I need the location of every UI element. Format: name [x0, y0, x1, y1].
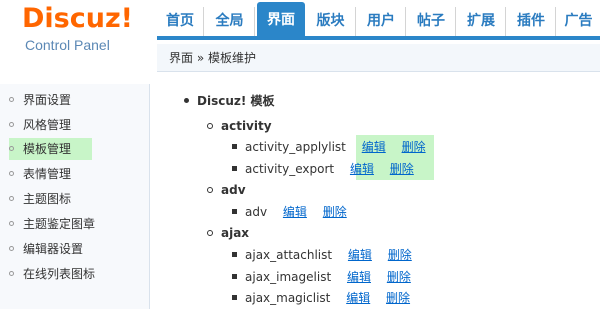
sidebar-item-template-management[interactable]: 模板管理: [9, 138, 92, 160]
tree-file: activity_export 编辑 删除: [232, 160, 414, 178]
bullet-icon: [232, 166, 237, 171]
bullet-icon: [207, 122, 213, 129]
edit-link[interactable]: 编辑: [348, 248, 372, 262]
logo-title: Discuz!: [22, 3, 133, 34]
sidebar-item-style-management[interactable]: 风格管理: [9, 114, 139, 136]
bullet-icon: [9, 171, 14, 176]
edit-link[interactable]: 编辑: [283, 205, 307, 219]
tab-posts[interactable]: 帖子: [407, 7, 456, 36]
edit-link[interactable]: 编辑: [362, 140, 386, 154]
edit-link[interactable]: 编辑: [350, 162, 374, 176]
delete-link[interactable]: 删除: [323, 205, 347, 219]
tree-group-activity: activity: [207, 117, 272, 135]
delete-link[interactable]: 删除: [387, 270, 411, 284]
breadcrumb: 界面 » 模板维护: [157, 44, 600, 72]
tab-extensions[interactable]: 扩展: [457, 7, 506, 36]
sidebar-item-editor-settings[interactable]: 编辑器设置: [9, 238, 139, 260]
bullet-icon: [9, 146, 14, 151]
tab-ads[interactable]: 广告: [557, 7, 600, 36]
top-nav: 首页 全局 界面 版块 用户 帖子 扩展 插件 广告: [157, 0, 600, 40]
delete-link[interactable]: 删除: [386, 291, 410, 305]
tree-root: Discuz! 模板: [184, 92, 275, 110]
bullet-icon: [232, 295, 237, 300]
sidebar-item-topic-stamps[interactable]: 主题鉴定图章: [9, 213, 139, 235]
delete-link[interactable]: 删除: [388, 248, 412, 262]
tree-file: ajax_magiclist 编辑 删除: [232, 289, 410, 307]
edit-link[interactable]: 编辑: [346, 291, 370, 305]
bullet-icon: [207, 229, 213, 236]
sidebar-item-smiley-management[interactable]: 表情管理: [9, 163, 139, 185]
bullet-icon: [9, 246, 14, 251]
bullet-icon: [9, 122, 14, 127]
bullet-icon: [232, 274, 237, 279]
template-tree: Discuz! 模板 activity activity_applylist 编…: [157, 72, 600, 309]
bullet-icon: [9, 271, 14, 276]
sidebar-item-topic-icons[interactable]: 主题图标: [9, 188, 139, 210]
bullet-icon: [9, 196, 14, 201]
tree-group-ajax: ajax: [207, 224, 249, 242]
bullet-icon: [9, 97, 14, 102]
tree-group-adv: adv: [207, 181, 246, 199]
tab-forums[interactable]: 版块: [306, 7, 356, 36]
tab-plugins[interactable]: 插件: [507, 7, 556, 36]
bullet-icon: [232, 209, 237, 214]
tree-file: adv 编辑 删除: [232, 203, 347, 221]
sidebar-item-online-list-icons[interactable]: 在线列表图标: [9, 263, 139, 285]
bullet-icon: [184, 98, 189, 103]
bullet-icon: [232, 252, 237, 257]
tab-interface[interactable]: 界面: [257, 2, 305, 36]
delete-link[interactable]: 删除: [390, 162, 414, 176]
tab-home[interactable]: 首页: [157, 7, 204, 36]
logo-area: Discuz! Control Panel: [0, 0, 157, 72]
logo-subtitle: Control Panel: [25, 37, 110, 53]
edit-link[interactable]: 编辑: [347, 270, 371, 284]
delete-link[interactable]: 删除: [402, 140, 426, 154]
tab-users[interactable]: 用户: [357, 7, 406, 36]
tree-file: ajax_imagelist 编辑 删除: [232, 268, 411, 286]
tab-global[interactable]: 全局: [205, 7, 255, 36]
sidebar-item-interface-settings[interactable]: 界面设置: [9, 89, 139, 111]
tree-file: ajax_attachlist 编辑 删除: [232, 246, 412, 264]
bullet-icon: [9, 221, 14, 226]
bullet-icon: [232, 144, 237, 149]
bullet-icon: [207, 186, 213, 193]
tree-file: activity_applylist 编辑 删除: [232, 138, 426, 156]
